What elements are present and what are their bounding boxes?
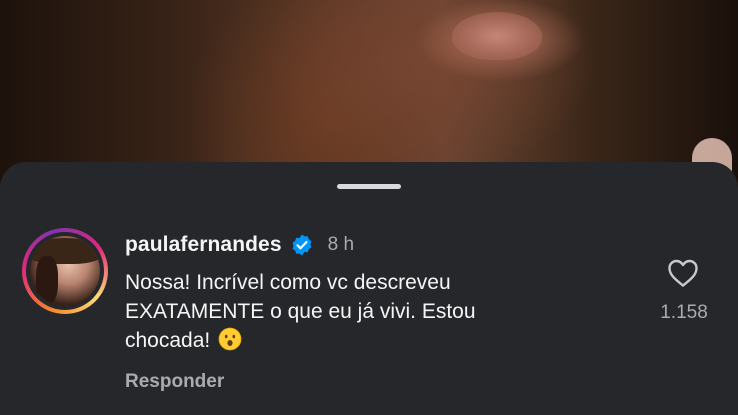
comments-screen: paulafernandes 8 h Nossa! Incrível como … <box>0 0 738 415</box>
avatar-photo <box>30 236 100 306</box>
comment-text-line: EXATAMENTE o que eu já vivi. Estou <box>125 300 476 323</box>
comment-text-line: chocada! <box>125 329 211 352</box>
avatar-photo-detail <box>36 256 58 304</box>
comment-header: paulafernandes 8 h <box>125 230 354 260</box>
comment-time: 8 h <box>327 234 355 255</box>
heart-icon[interactable] <box>667 258 699 288</box>
comments-sheet: paulafernandes 8 h Nossa! Incrível como … <box>0 162 738 415</box>
verified-badge-icon <box>292 234 312 256</box>
avatar-ring-gap <box>26 232 104 310</box>
like-count: 1.158 <box>660 302 708 323</box>
reply-button[interactable]: Responder <box>125 371 224 393</box>
comment-text-line: Nossa! Incrível como vc descreveu <box>125 271 451 294</box>
hushed-face-emoji-icon <box>218 327 242 351</box>
avatar[interactable] <box>22 228 108 314</box>
sheet-drag-handle[interactable] <box>337 184 401 189</box>
comment-text: Nossa! Incrível como vc descreveu EXATAM… <box>125 268 585 355</box>
video-frame-detail <box>452 12 542 60</box>
username[interactable]: paulafernandes <box>125 233 282 257</box>
